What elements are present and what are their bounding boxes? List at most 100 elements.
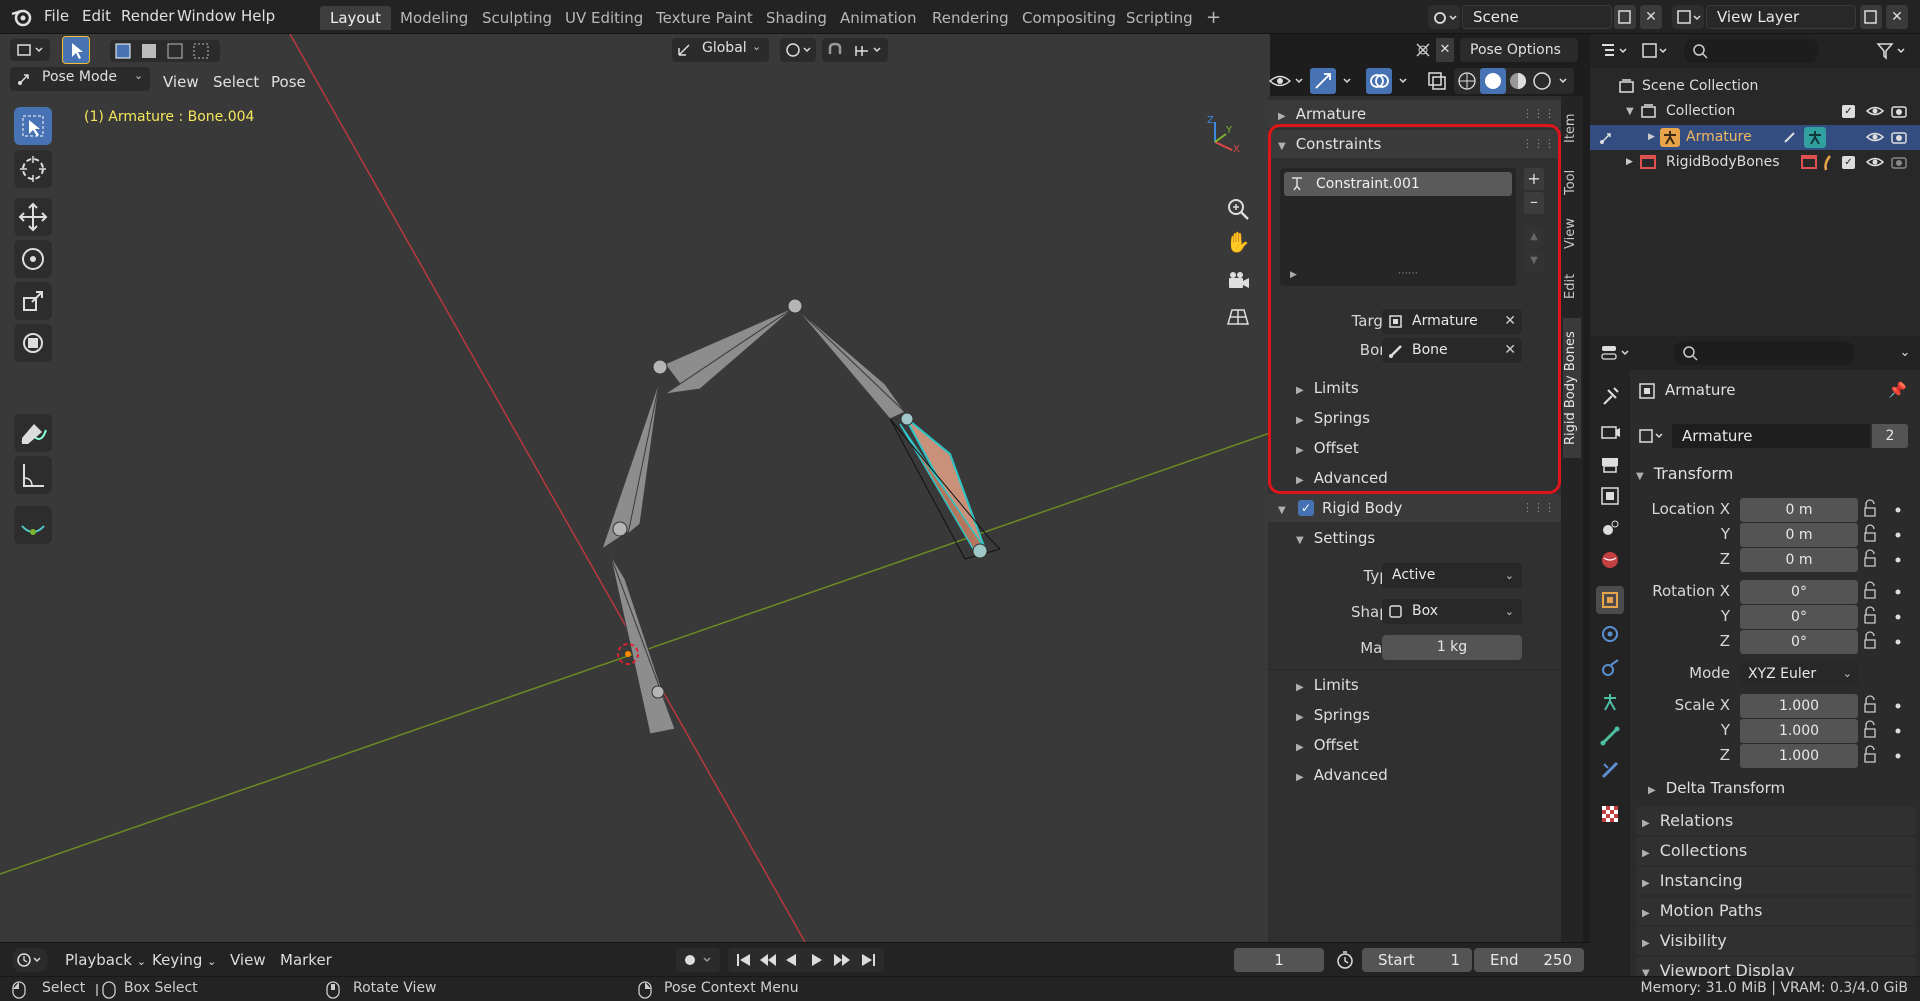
world-tab-icon[interactable] [1596,546,1624,574]
editor-type-icon[interactable] [12,948,48,972]
outliner-row-rigidbodybones[interactable]: ▶ RigidBodyBones ✓ [1590,150,1920,175]
new-view-layer-icon[interactable] [1860,5,1882,29]
close-icon[interactable]: ✕ [1436,38,1454,62]
relations-panel[interactable]: ▶ Relations [1636,807,1916,835]
view-layer-browse-button[interactable] [1672,5,1704,29]
filter-icon[interactable] [1872,39,1912,63]
type-dropdown[interactable]: Active ⌄ [1382,563,1522,588]
mass-field[interactable]: 1 kg [1382,635,1522,660]
tab-rendering[interactable]: Rendering [922,6,1019,30]
menu-window[interactable]: Window [177,7,236,25]
menu-pose[interactable]: Pose [271,70,306,94]
tab-edit[interactable]: Edit [1563,266,1581,306]
tab-animation[interactable]: Animation [830,6,926,30]
gizmo-dropdown[interactable] [1310,68,1360,94]
drag-handle-icon[interactable]: ⋮⋮⋮ [1522,494,1555,522]
outliner-row-armature[interactable]: ▶ Armature [1590,125,1920,150]
menu-select[interactable]: Select [213,70,259,94]
end-frame-field[interactable]: End 250 [1474,948,1584,972]
playback-controls[interactable] [728,948,884,972]
collapsed-triangle-icon[interactable]: ▶ [1648,125,1655,150]
editor-type-icon[interactable] [10,39,50,61]
scale-tool[interactable] [14,282,52,320]
3d-viewport[interactable]: Z X Y ✋ (1) Armature : Bone.004 [0,34,1270,942]
exclude-checkbox[interactable]: ✓ [1842,105,1855,118]
rigid-advanced-subpanel[interactable]: ▶ Advanced [1296,766,1388,784]
delete-scene-icon[interactable]: ✕ [1640,5,1662,29]
new-scene-icon[interactable] [1614,5,1636,29]
cursor-tool[interactable] [14,150,52,188]
transform-panel-header[interactable]: ▼ Transform [1632,460,1920,488]
chevron-down-icon[interactable]: ⌄ [1894,341,1916,365]
collections-panel[interactable]: ▶ Collections [1636,837,1916,865]
shape-dropdown[interactable]: Box ⌄ [1382,599,1522,624]
object-data-tab-icon[interactable] [1596,688,1624,716]
delete-view-layer-icon[interactable]: ✕ [1886,5,1908,29]
tab-compositing[interactable]: Compositing [1012,6,1126,30]
rotation-y-field[interactable]: 0° [1740,605,1858,629]
tab-modeling[interactable]: Modeling [390,6,478,30]
auto-keying-toggle[interactable] [676,948,720,972]
location-y-field[interactable]: 0 m [1740,523,1858,547]
editor-type-icon[interactable] [1596,39,1634,63]
camera-view-icon[interactable] [1223,266,1253,296]
visibility-panel[interactable]: ▶ Visibility [1636,927,1916,955]
view-layer-field[interactable]: View Layer [1706,5,1856,29]
properties-search-input[interactable] [1674,341,1854,365]
lock-and-keyframe-icons[interactable] [1862,498,1912,770]
tab-item[interactable]: Item [1563,108,1581,148]
pose-options-dropdown[interactable]: Pose Options [1460,38,1578,62]
motion-paths-panel[interactable]: ▶ Motion Paths [1636,897,1916,925]
scene-name-field[interactable]: Scene [1462,5,1612,29]
pin-icon[interactable]: 📌 [1888,381,1907,399]
transform-orientation-dropdown[interactable]: Global ⌄ [672,38,769,62]
keying-menu[interactable]: Keying ⌄ [152,951,216,969]
location-x-field[interactable]: 0 m [1740,498,1858,522]
physics-tab-icon[interactable] [1596,654,1624,682]
menu-file[interactable]: File [44,7,69,25]
display-mode-icon[interactable] [1638,39,1674,63]
rigid-offset-subpanel[interactable]: ▶ Offset [1296,736,1359,754]
menu-render[interactable]: Render [121,7,174,25]
output-tab-icon[interactable] [1596,450,1624,478]
rotation-mode-dropdown[interactable]: XYZ Euler ⌄ [1740,662,1858,686]
bone-tab-icon[interactable] [1596,722,1624,750]
tab-sculpting[interactable]: Sculpting [472,6,562,30]
scale-z-field[interactable]: 1.000 [1740,744,1858,768]
rigid-body-checkbox[interactable]: ✓ [1298,500,1314,516]
outliner-row-collection[interactable]: ▼ Collection ✓ [1590,99,1920,124]
rotation-z-field[interactable]: 0° [1740,630,1858,654]
perspective-grid-icon[interactable] [1223,302,1253,332]
datablock-name-field[interactable]: Armature [1672,424,1870,448]
menu-help[interactable]: Help [241,7,275,25]
tab-tool[interactable]: Tool [1563,162,1581,202]
scene-browse-button[interactable] [1428,5,1460,29]
current-frame-field[interactable]: 1 [1234,948,1324,972]
overlays-dropdown[interactable] [1366,68,1416,94]
tab-texture-paint[interactable]: Texture Paint [646,6,763,30]
axis-gizmo-icon[interactable] [1200,114,1240,164]
modifier-tab-icon[interactable] [1596,620,1624,648]
transform-tool[interactable] [14,324,52,362]
pan-hand-icon[interactable]: ✋ [1223,230,1253,260]
rotation-x-field[interactable]: 0° [1740,580,1858,604]
location-z-field[interactable]: 0 m [1740,548,1858,572]
relax-tool[interactable] [14,506,52,544]
tab-uv-editing[interactable]: UV Editing [555,6,653,30]
tab-rigid-body-bones[interactable]: Rigid Body Bones [1563,318,1581,458]
rigid-body-panel-header[interactable]: ▼ ✓ Rigid Body ⋮⋮⋮ [1268,494,1561,522]
mode-dropdown[interactable]: Pose Mode ⌄ [10,67,150,91]
view-layer-tab-icon[interactable] [1596,482,1624,510]
scale-x-field[interactable]: 1.000 [1740,694,1858,718]
shading-mode-buttons[interactable] [1454,68,1574,94]
marker-menu[interactable]: Marker [280,951,332,969]
measure-tool[interactable] [14,456,52,494]
start-frame-field[interactable]: Start 1 [1362,948,1472,972]
settings-subpanel-header[interactable]: ▼ Settings [1296,529,1375,547]
tab-layout[interactable]: Layout [320,6,391,30]
tool-tab-icon[interactable] [1596,382,1624,410]
editor-type-icon[interactable] [1598,341,1638,365]
texture-tab-icon[interactable] [1596,800,1624,828]
tab-scripting[interactable]: Scripting [1116,6,1203,30]
outliner-search-input[interactable] [1684,39,1818,63]
